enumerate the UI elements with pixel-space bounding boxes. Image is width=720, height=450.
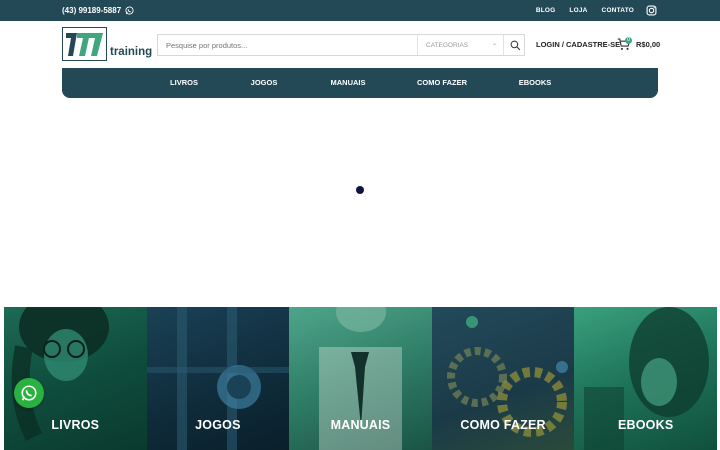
- tile-manuais-label: MANUAIS: [330, 418, 391, 432]
- nav-item-jogos[interactable]: JOGOS: [251, 68, 278, 98]
- phone-number[interactable]: (43) 99189-5887: [62, 0, 134, 21]
- top-link-loja[interactable]: LOJA: [569, 7, 587, 14]
- instagram-icon[interactable]: [646, 5, 657, 16]
- top-link-blog[interactable]: BLOG: [536, 7, 556, 14]
- search-icon: [510, 40, 520, 50]
- nav-item-manuais[interactable]: MANUAIS: [331, 68, 366, 98]
- top-link-contato[interactable]: CONTATO: [602, 7, 634, 14]
- cart-count-badge: 0: [625, 37, 632, 44]
- cart-total[interactable]: R$0,00: [636, 40, 660, 49]
- nav-item-livros[interactable]: LIVROS: [170, 68, 198, 98]
- category-tiles: LIVROS JOGOS MANUAIS COMO FAZER EBOOKS: [4, 307, 717, 450]
- tile-manuais[interactable]: MANUAIS: [289, 307, 432, 450]
- logo-text: training: [110, 46, 153, 58]
- tile-ebooks-label: EBOOKS: [617, 418, 674, 432]
- logo-mark: [62, 27, 107, 61]
- category-label: CATEGORIAS: [426, 41, 469, 49]
- tile-jogos[interactable]: JOGOS: [146, 307, 290, 450]
- search-bar: CATEGORIAS ⌄: [157, 34, 525, 56]
- tile-livros-label: LIVROS: [51, 418, 100, 432]
- logo-777-icon: [66, 33, 103, 56]
- tile-como-fazer-label: COMO FAZER: [460, 418, 546, 432]
- chevron-down-icon: ⌄: [491, 41, 497, 47]
- nav-item-como-fazer[interactable]: COMO FAZER: [417, 68, 467, 98]
- site-logo[interactable]: training: [62, 27, 152, 63]
- tile-jogos-label: JOGOS: [195, 418, 241, 432]
- search-input[interactable]: [158, 35, 416, 55]
- top-bar: (43) 99189-5887 BLOG LOJA CONTATO: [0, 0, 720, 21]
- tile-como-fazer[interactable]: COMO FAZER: [431, 307, 575, 450]
- nav-item-ebooks[interactable]: EBOOKS: [519, 68, 552, 98]
- whatsapp-icon: [21, 385, 37, 401]
- loading-indicator: [356, 186, 364, 194]
- login-register-link[interactable]: LOGIN / CADASTRE-SE: [536, 40, 620, 49]
- main-nav: LIVROS JOGOS MANUAIS COMO FAZER EBOOKS: [62, 68, 658, 98]
- top-links: BLOG LOJA CONTATO: [536, 0, 634, 21]
- whatsapp-chat-button[interactable]: [14, 378, 44, 408]
- phone-text: (43) 99189-5887: [62, 6, 122, 15]
- search-button[interactable]: [503, 35, 526, 55]
- whatsapp-icon: [125, 6, 134, 15]
- tile-ebooks[interactable]: EBOOKS: [574, 307, 717, 450]
- category-select[interactable]: CATEGORIAS ⌄: [417, 35, 503, 55]
